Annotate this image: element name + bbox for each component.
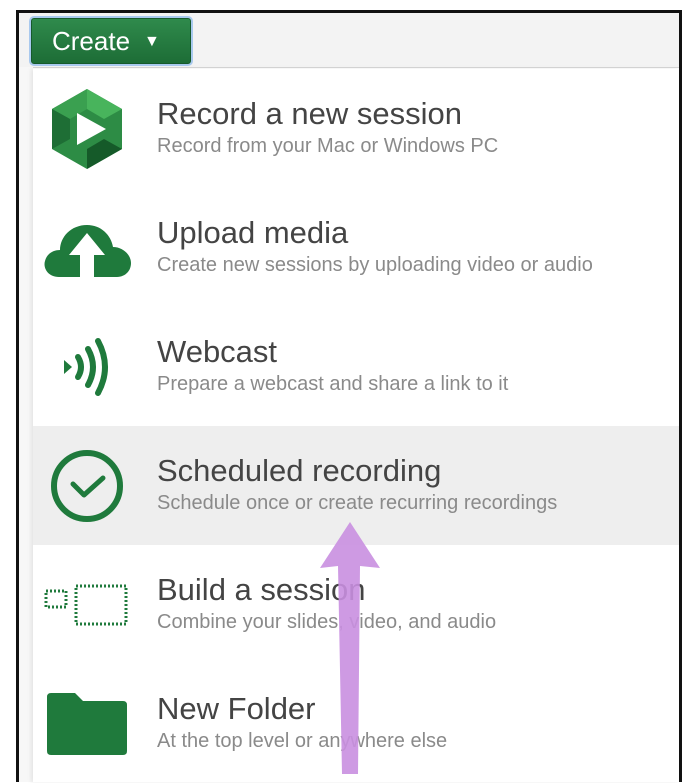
menu-item-title: Upload media: [157, 215, 349, 250]
create-dropdown-menu: Record a new session Record from your Ma…: [33, 69, 679, 782]
menu-item-upload-media[interactable]: Upload media Create new sessions by uplo…: [33, 188, 679, 307]
background-strip: [19, 67, 33, 782]
menu-item-subtitle: Combine your slides, video, and audio: [157, 611, 497, 633]
menu-item-subtitle: Schedule once or create recurring record…: [157, 492, 558, 514]
create-button-label: Create: [52, 25, 131, 56]
create-button[interactable]: Create ▼: [31, 18, 191, 64]
clock-icon: [33, 426, 141, 545]
menu-item-new-folder[interactable]: New Folder At the top level or anywhere …: [33, 664, 679, 783]
menu-item-title: Scheduled recording: [157, 453, 442, 488]
create-menu-frame: Create ▼ Record a new session Record fro…: [16, 10, 682, 782]
toolbar: Create ▼: [19, 13, 679, 68]
menu-item-subtitle: Record from your Mac or Windows PC: [157, 135, 499, 157]
caret-down-icon: ▼: [144, 33, 160, 50]
broadcast-icon: [33, 307, 141, 426]
panopto-play-icon: [33, 69, 141, 188]
menu-item-record-session[interactable]: Record a new session Record from your Ma…: [33, 69, 679, 188]
menu-item-webcast[interactable]: Webcast Prepare a webcast and share a li…: [33, 307, 679, 426]
menu-item-title: Webcast: [157, 334, 278, 369]
build-session-icon: [33, 545, 141, 664]
menu-item-title: New Folder: [157, 691, 316, 726]
cloud-upload-icon: [33, 188, 141, 307]
menu-item-scheduled-recording[interactable]: Scheduled recording Schedule once or cre…: [33, 426, 679, 545]
menu-item-title: Build a session: [157, 572, 366, 607]
menu-item-subtitle: Prepare a webcast and share a link to it: [157, 373, 509, 395]
menu-item-subtitle: At the top level or anywhere else: [157, 730, 448, 752]
folder-icon: [33, 664, 141, 783]
menu-item-title: Record a new session: [157, 96, 462, 131]
menu-item-subtitle: Create new sessions by uploading video o…: [157, 254, 593, 276]
menu-item-build-session[interactable]: Build a session Combine your slides, vid…: [33, 545, 679, 664]
